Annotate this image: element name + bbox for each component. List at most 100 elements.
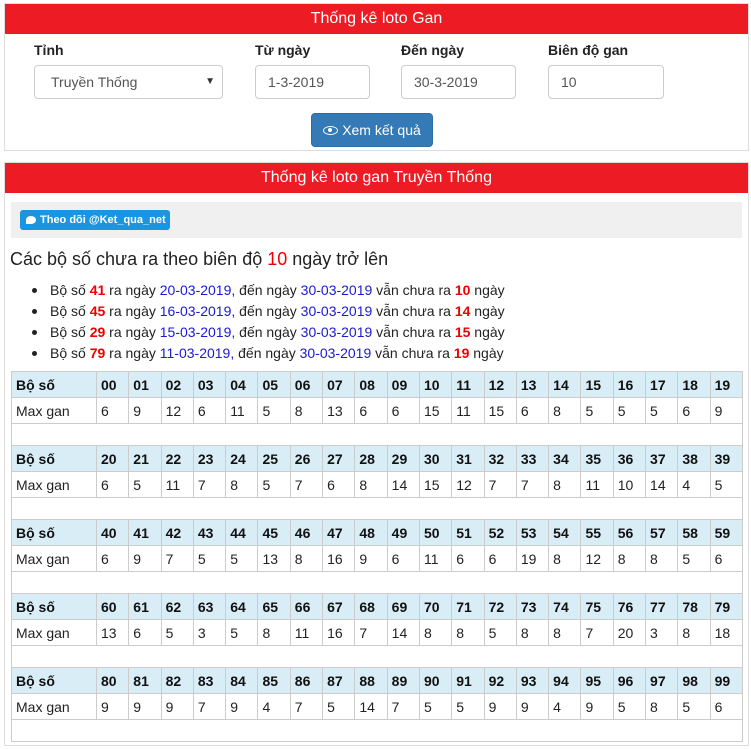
stat-pre: Bộ số — [50, 282, 90, 298]
from-date-label: Từ ngày — [255, 42, 311, 58]
value-cell: 9 — [225, 693, 259, 720]
number-cell: 32 — [483, 445, 517, 472]
value-cell: 11 — [580, 471, 614, 498]
range-label: Biên độ gan — [548, 42, 629, 58]
number-cell: 27 — [322, 445, 356, 472]
value-cell: 8 — [548, 471, 582, 498]
number-cell: 86 — [289, 667, 324, 694]
value-cell: 15 — [418, 471, 453, 498]
number-cell: 60 — [95, 593, 130, 620]
value-cell: 8 — [289, 545, 324, 572]
value-cell: 7 — [192, 471, 227, 498]
stat-pre: Bộ số — [50, 324, 90, 340]
number-cell: 34 — [548, 445, 582, 472]
number-cell: 90 — [418, 667, 453, 694]
value-cell: 7 — [483, 471, 517, 498]
number-cell: 38 — [677, 445, 711, 472]
view-results-button[interactable]: Xem kết quả — [311, 113, 433, 147]
stat-mid1: ra ngày — [105, 303, 160, 319]
number-cell: 30 — [418, 445, 453, 472]
number-cell: 67 — [322, 593, 356, 620]
number-cell: 22 — [160, 445, 194, 472]
value-cell: 19 — [515, 545, 550, 572]
province-label: Tỉnh — [34, 42, 64, 58]
number-cell: 15 — [580, 371, 614, 398]
number-cell: 24 — [225, 445, 259, 472]
stat-from: 11-03-2019, — [159, 345, 235, 361]
value-cell: 9 — [483, 693, 517, 720]
value-cell: 15 — [483, 397, 517, 424]
number-cell: 40 — [95, 519, 130, 546]
row-label-cell: Max gan — [11, 471, 97, 498]
value-cell: 6 — [192, 397, 227, 424]
number-cell: 04 — [225, 371, 259, 398]
spacer-cell — [11, 497, 743, 520]
stat-mid2: đến ngày — [235, 282, 301, 298]
eye-icon — [323, 125, 339, 135]
value-cell: 5 — [225, 545, 259, 572]
value-cell: 5 — [612, 397, 647, 424]
value-cell: 8 — [645, 545, 679, 572]
number-cell: 02 — [160, 371, 194, 398]
row-label-cell: Max gan — [11, 619, 97, 646]
value-cell: 4 — [257, 693, 291, 720]
range-input[interactable]: 10 — [548, 65, 664, 99]
value-cell: 8 — [677, 619, 711, 646]
range-field: Biên độ gan 10 — [548, 42, 664, 99]
from-date-input[interactable]: 1-3-2019 — [255, 65, 370, 99]
headline-range: 10 — [267, 249, 288, 269]
number-cell: 97 — [645, 667, 679, 694]
table-row: Max gan 13 6 5 3 5 8 11 16 7 14 8 8 5 8 8 7 20 3 8 18 — [11, 619, 744, 646]
value-cell: 11 — [451, 397, 485, 424]
value-cell: 11 — [289, 619, 324, 646]
province-select[interactable]: Truyền Thống ▼ — [34, 65, 223, 99]
number-cell: 43 — [192, 519, 227, 546]
value-cell: 8 — [645, 693, 679, 720]
number-cell: 64 — [225, 593, 259, 620]
number-cell: 37 — [645, 445, 679, 472]
value-cell: 5 — [257, 471, 291, 498]
number-cell: 85 — [257, 667, 291, 694]
number-cell: 93 — [515, 667, 550, 694]
spacer-cell — [11, 719, 743, 742]
stat-pre: Bộ số — [50, 303, 90, 319]
value-cell: 9 — [95, 693, 130, 720]
to-date-input[interactable]: 30-3-2019 — [401, 65, 516, 99]
value-cell: 6 — [483, 545, 517, 572]
spacer-row — [11, 645, 743, 668]
value-cell: 5 — [451, 693, 485, 720]
value-cell: 4 — [548, 693, 582, 720]
value-cell: 6 — [677, 397, 711, 424]
value-cell: 5 — [612, 693, 647, 720]
spacer-row — [11, 423, 743, 446]
value-cell: 9 — [354, 545, 388, 572]
filter-panel: Thống kê loto Gan Tỉnh Truyền Thống ▼ Từ… — [4, 3, 749, 151]
number-cell: 70 — [418, 593, 453, 620]
gan-stat-item: Bộ số 79 ra ngày 11-03-2019, đến ngày 30… — [32, 343, 505, 364]
value-cell: 8 — [354, 471, 388, 498]
value-cell: 11 — [225, 397, 259, 424]
value-cell: 6 — [95, 397, 130, 424]
table-header-row: Bộ số 60 61 62 63 64 65 66 67 68 69 70 71 72 73 74 75 76 7… — [11, 593, 744, 620]
spacer-cell — [11, 645, 743, 668]
twitter-follow-label: Theo dõi @Ket_qua_net — [40, 214, 166, 226]
number-cell: 84 — [225, 667, 259, 694]
stat-post: ngày — [470, 282, 505, 298]
number-cell: 05 — [257, 371, 291, 398]
stat-mid1: ra ngày — [105, 345, 160, 361]
stat-pre: Bộ số — [50, 345, 90, 361]
value-cell: 9 — [515, 693, 550, 720]
table-header-row: Bộ số 40 41 42 43 44 45 46 47 48 49 50 51 52 53 54 55 56 5… — [11, 519, 744, 546]
gan-stat-item: Bộ số 29 ra ngày 15-03-2019, đến ngày 30… — [32, 322, 505, 343]
value-cell: 7 — [160, 545, 194, 572]
number-cell: 52 — [483, 519, 517, 546]
number-cell: 16 — [612, 371, 647, 398]
value-cell: 16 — [322, 619, 356, 646]
value-cell: 14 — [645, 471, 679, 498]
row-label-cell: Max gan — [11, 397, 97, 424]
twitter-follow-button[interactable]: Theo dõi @Ket_qua_net — [20, 210, 170, 230]
value-cell: 5 — [645, 397, 679, 424]
number-cell: 46 — [289, 519, 324, 546]
stat-num: 79 — [89, 345, 106, 361]
number-cell: 68 — [354, 593, 388, 620]
